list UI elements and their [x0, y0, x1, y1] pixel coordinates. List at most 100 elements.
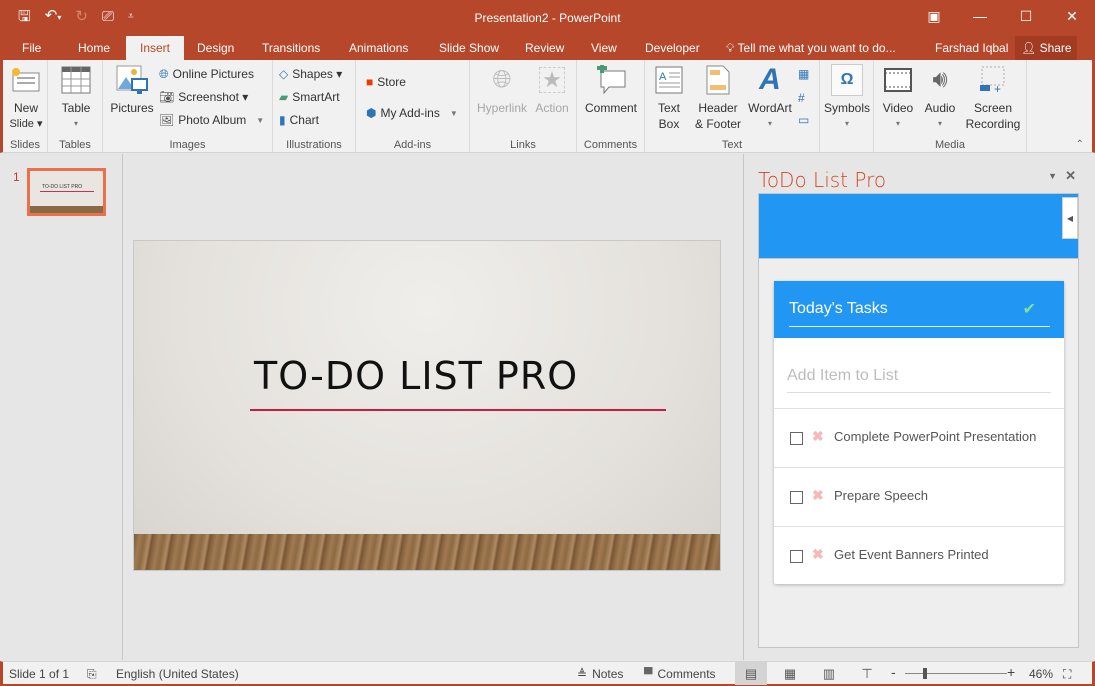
tab-review[interactable]: Review: [523, 36, 566, 60]
text-box-label-2: Box: [658, 117, 680, 131]
smartart-button[interactable]: ▰ SmartArt: [279, 87, 340, 107]
hyperlink-label: Hyperlink: [476, 101, 527, 115]
tasks-card-title: Today's Tasks: [789, 300, 888, 317]
group-comments: Comment Comments: [577, 60, 645, 153]
tab-design[interactable]: Design: [195, 36, 236, 60]
slide-thumbnail-pane: 1 TO-DO LIST PRO: [3, 154, 123, 660]
maximize-button[interactable]: ☐: [1003, 0, 1049, 32]
shapes-button[interactable]: ◇ Shapes ▾: [279, 64, 342, 84]
zoom-out-button[interactable]: -: [891, 664, 896, 680]
action-button[interactable]: ★ Action: [530, 64, 574, 116]
zoom-slider[interactable]: [905, 673, 1007, 674]
pictures-button[interactable]: Pictures: [109, 64, 155, 116]
notes-button[interactable]: ≜ Notes: [577, 667, 623, 681]
slide-canvas[interactable]: TO-DO LIST PRO: [133, 240, 721, 571]
delete-icon[interactable]: ✖: [812, 546, 824, 563]
text-box-button[interactable]: A Text Box: [649, 64, 689, 132]
chart-icon: ▮: [279, 113, 286, 127]
group-media: Video ▾ 🔊︎ Audio ▾ + Screen Recording Me…: [874, 60, 1027, 153]
comments-button[interactable]: ▀ Comments: [644, 667, 716, 681]
screen-recording-label: Screen: [973, 101, 1013, 115]
close-button[interactable]: ✕: [1049, 0, 1095, 32]
screen-recording-button[interactable]: + Screen Recording: [962, 64, 1024, 132]
spell-check-icon[interactable]: ⎘: [87, 667, 97, 682]
screen-recording-icon: +: [977, 64, 1009, 96]
hyperlink-button[interactable]: 🌐︎ Hyperlink: [474, 64, 530, 116]
action-star-icon: ★: [539, 67, 565, 93]
table-dropdown-arrow: ▾: [73, 119, 78, 128]
tab-view[interactable]: View: [589, 36, 619, 60]
photo-album-button[interactable]: 🖼︎ Photo Album ▼: [159, 110, 264, 130]
slide-number-button[interactable]: #: [798, 88, 805, 108]
group-label-media: Media: [935, 139, 965, 151]
slide-sorter-icon: ▦: [783, 665, 797, 681]
tab-slide-show[interactable]: Slide Show: [437, 36, 501, 60]
audio-dropdown-arrow: ▾: [937, 119, 942, 128]
task-checkbox[interactable]: [790, 550, 803, 563]
list-item: ✖ Complete PowerPoint Presentation: [774, 408, 1064, 467]
my-addins-button[interactable]: ⬢ My Add-ins ▼: [366, 103, 458, 123]
normal-view-button[interactable]: ▤: [735, 662, 767, 685]
audio-button[interactable]: 🔊︎ Audio ▾: [920, 64, 960, 132]
symbols-button[interactable]: Ω Symbols ▾: [822, 64, 872, 132]
language[interactable]: English (United States): [116, 667, 239, 681]
slide-thumbnail[interactable]: TO-DO LIST PRO: [27, 168, 106, 216]
pictures-icon: [116, 64, 148, 96]
task-checkbox[interactable]: [790, 432, 803, 445]
comment-icon: ▀: [644, 667, 653, 681]
collapse-panel-button[interactable]: ◀: [1062, 197, 1078, 239]
chart-button[interactable]: ▮ Chart: [279, 110, 319, 130]
close-icon[interactable]: ✕: [1065, 168, 1076, 184]
list-item: ✖ Prepare Speech: [774, 467, 1064, 526]
zoom-in-button[interactable]: +: [1007, 664, 1015, 680]
group-label-illustrations: Illustrations: [286, 139, 342, 151]
zoom-level[interactable]: 46%: [1029, 667, 1053, 681]
tab-file[interactable]: File: [20, 36, 43, 60]
slide-title[interactable]: TO-DO LIST PRO: [254, 354, 578, 398]
photo-album-label: Photo Album: [178, 113, 247, 127]
group-label-links: Links: [510, 139, 536, 151]
date-time-button[interactable]: ▦: [798, 64, 809, 84]
tell-me-search[interactable]: 💡︎ Tell me what you want to do...: [726, 36, 896, 60]
tab-home[interactable]: Home: [76, 36, 112, 60]
share-button[interactable]: 👤︎ Share: [1015, 36, 1077, 60]
task-pane-options-icon[interactable]: ▼: [1048, 171, 1057, 181]
zoom-slider-thumb[interactable]: [923, 668, 928, 679]
tell-me-label: Tell me what you want to do...: [737, 41, 896, 55]
header-footer-button[interactable]: Header & Footer: [691, 64, 745, 132]
fit-to-window-icon[interactable]: ⛶: [1063, 667, 1071, 682]
group-slides: New Slide ▾ Slides: [3, 60, 48, 153]
task-checkbox[interactable]: [790, 491, 803, 504]
collapse-ribbon-icon[interactable]: ⌃: [1076, 139, 1084, 150]
slide-show-button[interactable]: ⊤: [851, 662, 883, 685]
tab-developer[interactable]: Developer: [643, 36, 702, 60]
object-button[interactable]: ▭: [798, 110, 809, 130]
screenshot-button[interactable]: 📷︎ Screenshot ▾: [159, 87, 248, 107]
video-button[interactable]: Video ▾: [878, 64, 918, 132]
slide-sorter-button[interactable]: ▦: [774, 662, 806, 685]
chevron-left-icon: ◀: [1066, 213, 1074, 223]
user-name[interactable]: Farshad Iqbal: [935, 36, 1008, 60]
delete-icon[interactable]: ✖: [812, 428, 824, 445]
new-slide-button[interactable]: New Slide ▾: [7, 64, 45, 132]
tab-transitions[interactable]: Transitions: [260, 36, 322, 60]
object-icon: ▭: [798, 113, 810, 127]
store-button[interactable]: ■ Store: [366, 72, 406, 92]
wordart-button[interactable]: A WordArt ▾: [745, 64, 795, 132]
new-slide-label: New: [13, 101, 38, 115]
table-button[interactable]: Table ▾: [58, 64, 94, 132]
delete-icon[interactable]: ✖: [812, 487, 824, 504]
comment-button[interactable]: Comment: [581, 64, 641, 116]
reading-view-button[interactable]: ▥: [813, 662, 845, 685]
slide-count[interactable]: Slide 1 of 1: [9, 667, 69, 681]
tab-insert[interactable]: Insert: [126, 36, 185, 60]
add-item-input[interactable]: [787, 359, 1051, 393]
thumbnail-title: TO-DO LIST PRO: [42, 184, 83, 190]
tab-animations[interactable]: Animations: [347, 36, 410, 60]
check-icon[interactable]: ✔: [1023, 299, 1036, 319]
minimize-button[interactable]: —: [957, 0, 1003, 32]
video-icon: [882, 64, 914, 96]
online-pictures-icon: 🌐︎: [159, 66, 169, 81]
online-pictures-button[interactable]: 🌐︎ Online Pictures: [159, 64, 254, 84]
ribbon-display-options-icon[interactable]: ▣: [911, 0, 957, 32]
